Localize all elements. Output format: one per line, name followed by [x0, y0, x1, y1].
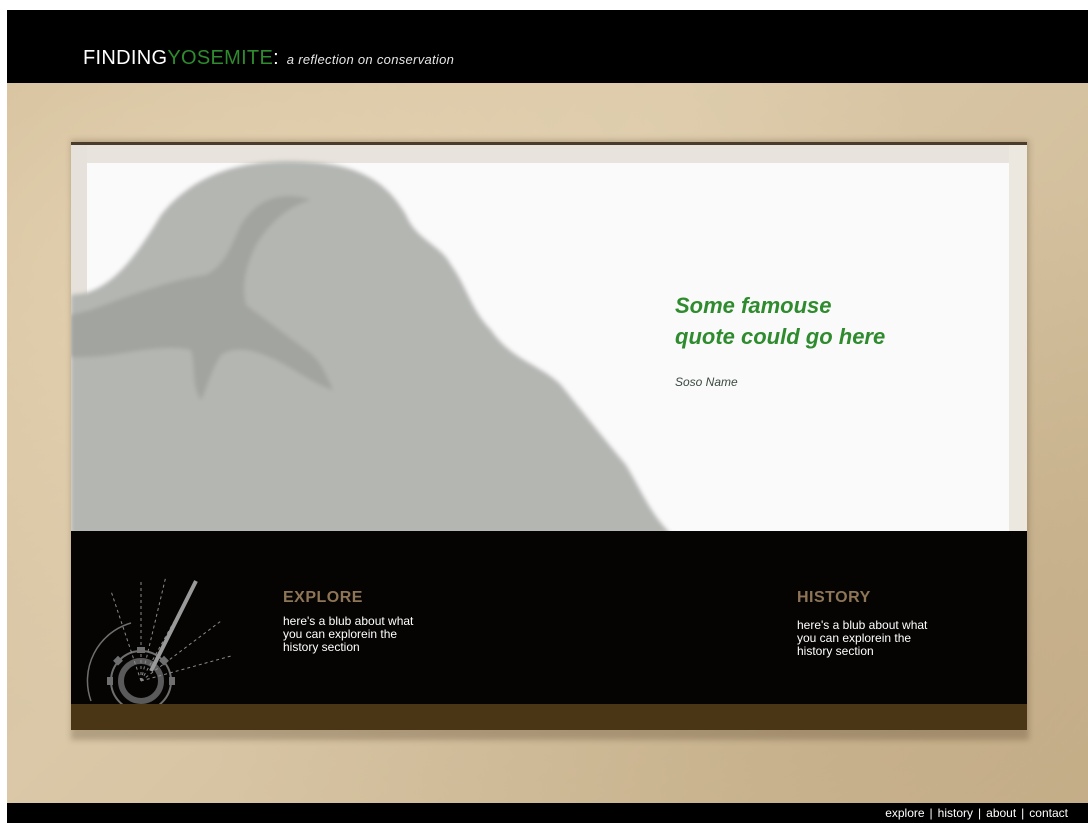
explore-title[interactable]: EXPLORE [283, 589, 363, 607]
footer-bar: explore | history | about | contact [7, 803, 1088, 823]
explore-text-line-3: history section [283, 640, 360, 654]
footer-link-explore[interactable]: explore [885, 806, 924, 820]
site-title-yosemite: YOSEMITE [167, 47, 274, 69]
quote-line-2: quote could go here [675, 324, 886, 349]
site-tagline: a reflection on conservation [286, 52, 455, 67]
history-text-line-3: history section [797, 644, 874, 658]
site-title-colon: : [273, 47, 279, 69]
brown-accent-bar [71, 704, 1027, 730]
info-band: EXPLORE here's a blub about what you can… [71, 531, 1027, 704]
explore-text: here's a blub about what you can explore… [283, 615, 453, 654]
footer-separator: | [929, 806, 933, 820]
footer-link-contact[interactable]: contact [1029, 806, 1068, 820]
footer-separator: | [978, 806, 982, 820]
compass-gear-illustration [86, 575, 232, 704]
history-title[interactable]: HISTORY [797, 589, 871, 607]
hero-quote: Some famouse quote could go here [675, 290, 975, 352]
quote-author: Soso Name [675, 375, 738, 389]
site-title[interactable]: FINDINGYOSEMITE: a reflection on conserv… [83, 47, 454, 70]
footer-separator: | [1021, 806, 1025, 820]
header-bar: FINDINGYOSEMITE: a reflection on conserv… [7, 10, 1088, 83]
footer-nav: explore | history | about | contact [885, 806, 1068, 820]
page-background: FINDINGYOSEMITE: a reflection on conserv… [7, 10, 1088, 823]
footer-link-history[interactable]: history [938, 806, 973, 820]
footer-link-about[interactable]: about [986, 806, 1016, 820]
history-text: here's a blub about what you can explore… [797, 619, 967, 658]
site-title-finding: FINDING [83, 47, 168, 69]
hero-panel: Some famouse quote could go here Soso Na… [71, 142, 1027, 534]
quote-line-1: Some famouse [675, 293, 832, 318]
